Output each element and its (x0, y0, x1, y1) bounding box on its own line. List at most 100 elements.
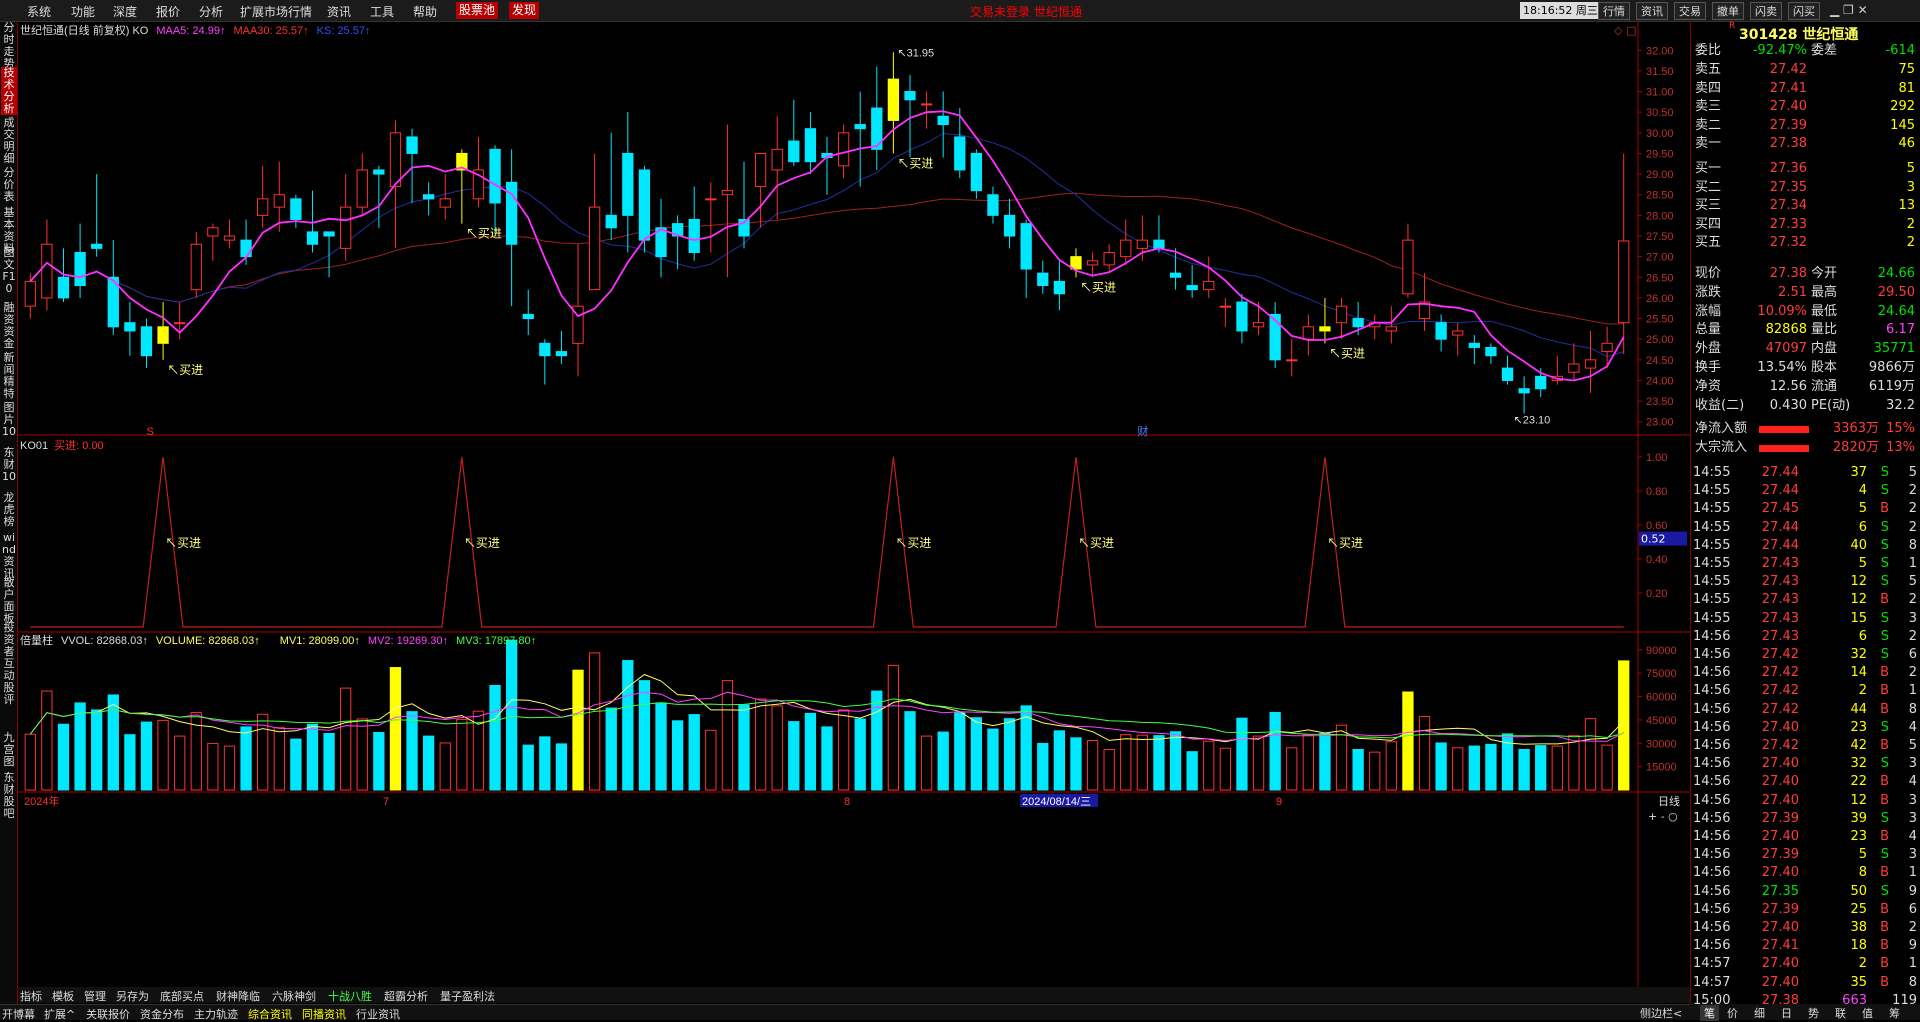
stat-row: 收益(二) 0.430 PE(动) 32.2 (1693, 397, 1919, 415)
flow-row-cell: 3363万 (1832, 421, 1879, 436)
candle (937, 115, 949, 126)
left-tab-7[interactable]: 新闻精特 (1, 352, 17, 400)
left-tab-13[interactable]: 投资者互动 (1, 622, 17, 682)
btn-cancel-order[interactable]: 撤单 (1712, 2, 1744, 20)
btn-flash-buy[interactable]: 闪买 (1788, 2, 1820, 20)
quote-panel-tab-0[interactable]: 侧边栏< (1640, 1005, 1682, 1021)
left-tab-11[interactable]: wind资讯 (1, 532, 17, 580)
tick-row-cell: 3 (1908, 847, 1917, 863)
left-tab-4[interactable]: 基本资料 (1, 207, 17, 255)
left-tab-3[interactable]: 分价表 (1, 167, 17, 205)
indicator-tab-3[interactable]: 另存为 (116, 988, 149, 1004)
y-tick-label: 31.00 (1646, 87, 1674, 99)
bid-row: 买一 27.36 5 (1693, 160, 1919, 178)
tick-row-cell: 23 (1850, 829, 1867, 844)
low-label: ↖23.10 (1514, 414, 1551, 426)
quote-panel-tab-3[interactable]: 细 (1754, 1005, 1765, 1021)
stat-row-cell: 6119万 (1868, 378, 1915, 394)
tick-row-cell: 2 (1908, 628, 1917, 644)
candle (1252, 322, 1265, 328)
stat-row: 涨跌 2.51 最高 29.50 (1693, 284, 1919, 302)
menu-analysis[interactable]: 分析 (199, 3, 223, 20)
indicator-tab-7[interactable]: 十战八胜 (328, 988, 372, 1004)
quote-panel-tab-4[interactable]: 日 (1781, 1005, 1792, 1021)
tick-row-cell: S (1880, 537, 1889, 553)
tick-row-cell: 27.39 (1761, 901, 1799, 917)
indicator-tab-2[interactable]: 管理 (84, 988, 106, 1004)
candle (1352, 318, 1364, 328)
quote-panel-tab-2[interactable]: 价 (1727, 1005, 1738, 1021)
candle (1435, 322, 1447, 340)
indicator-tab-1[interactable]: 模板 (52, 988, 74, 1004)
indicator-tab-4[interactable]: 底部买点 (160, 988, 204, 1004)
indicator-tab-9[interactable]: 量子盈利法 (440, 988, 495, 1004)
left-tab-12[interactable]: 散户面板 (1, 577, 17, 625)
menu-extended-market[interactable]: 扩展市场行情 (240, 3, 312, 20)
menu-news[interactable]: 资讯 (327, 3, 351, 20)
window-controls[interactable]: ▁ ❐ ✕ (1830, 3, 1868, 17)
tick-row-cell: 27.42 (1761, 683, 1799, 699)
candle (1120, 239, 1132, 258)
quote-panel-tab-1[interactable]: 笔 (1700, 1005, 1719, 1021)
indicator-tab-6[interactable]: 六脉神剑 (272, 988, 316, 1004)
candle (1286, 359, 1298, 362)
menu-stock-pool[interactable]: 股票池 (456, 2, 499, 19)
y-tick-label: 24.00 (1646, 375, 1674, 387)
candle (1468, 342, 1480, 348)
indicator-tab-5[interactable]: 财神降临 (216, 988, 260, 1004)
left-tab-16[interactable]: 东财股吧 (1, 772, 17, 820)
candle (688, 218, 700, 254)
weibi-row-cell: 委比 (1695, 43, 1722, 58)
left-tab-6[interactable]: 融资资金 (1, 302, 17, 350)
tick-row: 14:55 27.44 4 S 2 (1693, 482, 1919, 500)
menu-quote[interactable]: 报价 (156, 3, 180, 20)
vol-y-tick-label: 45000 (1646, 715, 1677, 727)
ko-y-tick-label: 0.80 (1646, 486, 1667, 498)
left-tab-9[interactable]: 东财10 (1, 447, 17, 490)
chart-area[interactable]: 32.00 31.50 31.00 30.50 30.00 29.50 29.00 28.50… (18, 22, 1690, 987)
candle (1319, 326, 1331, 332)
weibi-row: 委比 -92.47% 委差 -614 (1693, 42, 1919, 60)
volume-bar (987, 728, 999, 791)
left-tab-2[interactable]: 成交明细 (1, 117, 17, 165)
zoom-controls[interactable]: + - ○ (1648, 810, 1678, 823)
menu-tools[interactable]: 工具 (370, 3, 394, 20)
quote-panel-tab-7[interactable]: 值 (1862, 1005, 1873, 1021)
left-tab-8[interactable]: 图片10 (1, 402, 17, 445)
left-tab-15[interactable]: 九宫图 (1, 732, 17, 770)
menu-depth[interactable]: 深度 (113, 3, 137, 20)
candle (190, 243, 202, 291)
candle (1335, 305, 1348, 324)
candle (1003, 214, 1016, 237)
tick-row-cell: 27.44 (1761, 537, 1799, 553)
btn-trade[interactable]: 交易 (1674, 2, 1706, 20)
indicator-tab-0[interactable]: 指标 (20, 988, 42, 1004)
indicator-tab-8[interactable]: 超霸分析 (384, 988, 428, 1004)
btn-news[interactable]: 资讯 (1636, 2, 1668, 20)
volume-bar (1535, 745, 1547, 791)
left-tab-0[interactable]: 分时走势 (1, 22, 17, 70)
quote-panel-tab-6[interactable]: 联 (1835, 1005, 1846, 1021)
menu-discover[interactable]: 发现 (509, 2, 540, 19)
tick-row-cell: 1 (1908, 865, 1917, 881)
btn-quote[interactable]: 行情 (1598, 2, 1630, 20)
menu-help[interactable]: 帮助 (413, 3, 437, 20)
menu-system[interactable]: 系统 (27, 3, 51, 20)
volume-bar (904, 711, 916, 791)
panel-controls-icon[interactable]: ◇ □ (1614, 24, 1636, 37)
left-tab-5[interactable]: 图文F10 (1, 247, 17, 300)
quote-panel-tab-8[interactable]: 筹 (1889, 1005, 1900, 1021)
r-mark: R (1729, 21, 1736, 31)
stat-row-cell: 24.64 (1877, 303, 1915, 319)
tick-row-cell: 14:56 (1693, 647, 1731, 662)
menu-function[interactable]: 功能 (71, 3, 95, 20)
bid-row-cell: 27.36 (1769, 161, 1807, 176)
left-tab-10[interactable]: 龙虎榜 (1, 492, 17, 530)
btn-flash-sell[interactable]: 闪卖 (1750, 2, 1782, 20)
tick-row-cell: 27.42 (1761, 701, 1799, 717)
buy-signal-label: ↖买进 (897, 156, 933, 170)
left-tab-1[interactable]: 技术分析 (1, 67, 17, 115)
quote-panel-tab-5[interactable]: 势 (1808, 1005, 1819, 1021)
left-tab-14[interactable]: 股评 (1, 682, 17, 730)
period-label[interactable]: 日线 (1658, 794, 1680, 808)
